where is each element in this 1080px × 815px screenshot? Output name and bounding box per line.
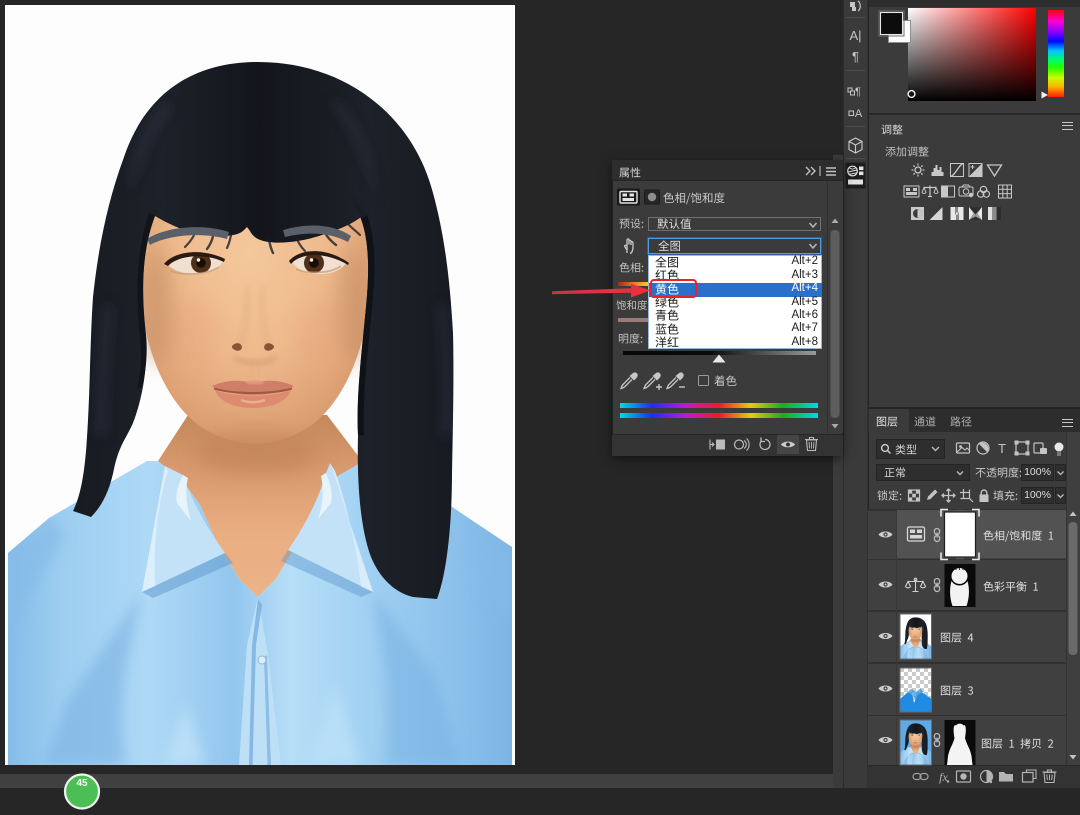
- svg-text:¶: ¶: [852, 49, 859, 64]
- svg-text:45: 45: [76, 778, 88, 789]
- svg-text:A: A: [855, 108, 863, 120]
- svg-text:¶: ¶: [855, 86, 861, 98]
- svg-text:A|: A|: [849, 28, 861, 43]
- svg-text:T: T: [998, 441, 1006, 456]
